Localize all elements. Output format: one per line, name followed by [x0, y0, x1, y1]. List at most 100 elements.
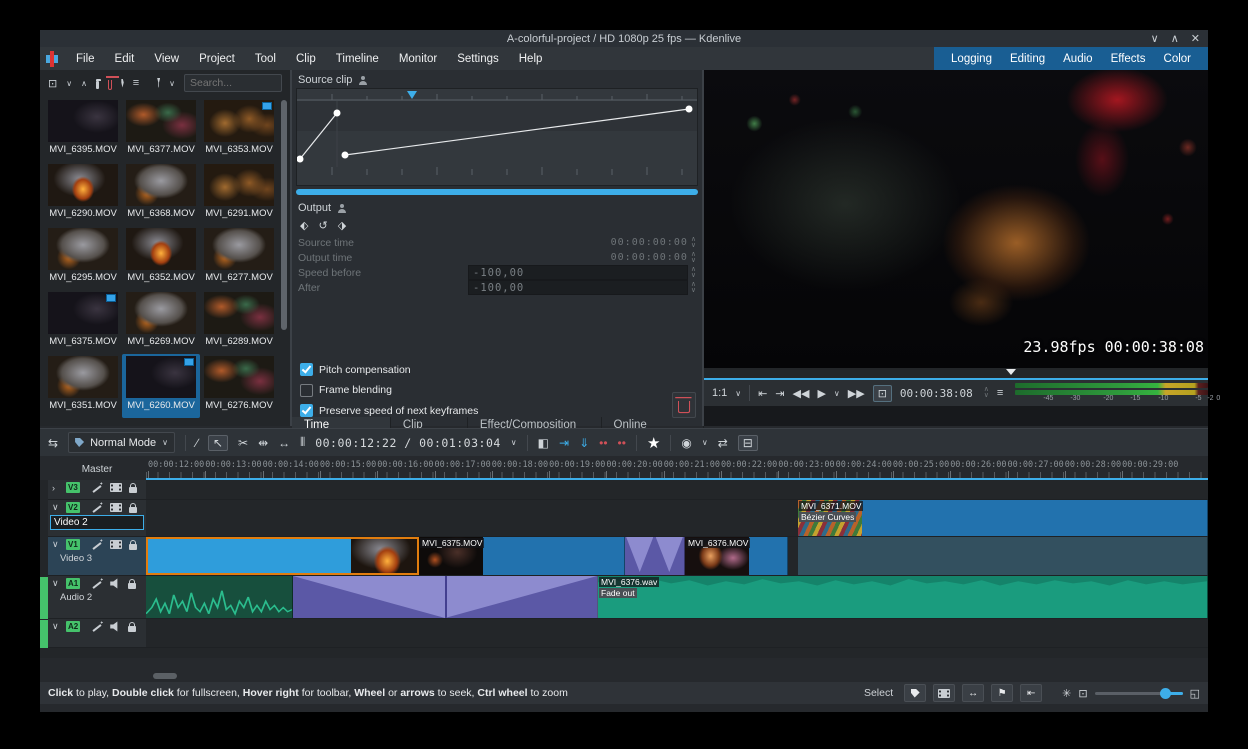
zoom-box-icon[interactable]: ⊡: [1078, 687, 1087, 700]
play-icon[interactable]: ▶: [817, 387, 825, 400]
menu-item[interactable]: Help: [509, 47, 553, 71]
track-lock-icon[interactable]: [128, 578, 137, 589]
monitor-menu-icon[interactable]: ≡: [997, 387, 1003, 399]
bin-clip-item[interactable]: MVI_6269.MOV: [122, 290, 200, 354]
delete-clip-icon[interactable]: [106, 76, 120, 90]
track-target-indicator[interactable]: [40, 577, 48, 619]
monitor-zoom-label[interactable]: 1:1: [712, 387, 727, 399]
monitor-seek-bar[interactable]: [704, 368, 1208, 378]
video-frame[interactable]: [704, 70, 1208, 368]
track-collapse-icon[interactable]: ∨: [52, 621, 62, 632]
track-effects-icon[interactable]: [92, 578, 103, 589]
thumbnails-toggle-button[interactable]: [933, 684, 956, 702]
track-rename-input[interactable]: Video 2: [50, 515, 144, 530]
track-row-v3[interactable]: [146, 480, 1208, 500]
bin-clip-item[interactable]: MVI_6295.MOV: [44, 226, 122, 290]
tag-toggle-button[interactable]: [904, 684, 927, 702]
track-film-icon[interactable]: [109, 483, 122, 492]
workspace-tab[interactable]: Effects: [1102, 53, 1155, 65]
favorite-effects-icon[interactable]: ★: [647, 434, 660, 452]
menu-item[interactable]: Timeline: [326, 47, 389, 71]
markers-button[interactable]: ⚑: [991, 684, 1014, 702]
track-collapse-icon[interactable]: ∨: [52, 578, 62, 589]
zone-mode-button[interactable]: ⊡: [872, 384, 892, 402]
search-input[interactable]: [184, 74, 282, 92]
track-header[interactable]: ∨ V1 Video 3: [48, 537, 146, 576]
track-target-indicator[interactable]: [40, 620, 48, 648]
create-folder-icon[interactable]: [95, 78, 102, 89]
goto-start-button[interactable]: ⇤: [1020, 684, 1043, 702]
monitor-zoom-dropdown-icon[interactable]: ∨: [735, 389, 741, 398]
track-row-v2[interactable]: MVI_6371.MOV Bézier Curves: [146, 500, 1208, 537]
track-header[interactable]: › V3: [48, 480, 146, 500]
lift-zone-icon[interactable]: ••: [618, 436, 626, 450]
selection-tool-button[interactable]: ↖: [207, 434, 229, 451]
master-track-button[interactable]: Master: [48, 458, 146, 480]
track-badge[interactable]: A1: [66, 578, 81, 589]
edit-mode-combobox[interactable]: Normal Mode ∨: [68, 432, 175, 453]
workspace-tab[interactable]: Editing: [1001, 53, 1054, 65]
track-effects-icon[interactable]: [92, 482, 103, 493]
track-name[interactable]: Audio 2: [48, 589, 146, 603]
filter-dropdown-icon[interactable]: ∨: [169, 79, 175, 88]
timeline-clip[interactable]: [625, 537, 685, 575]
field-value[interactable]: -100,00: [468, 265, 688, 280]
mixer-button[interactable]: ⊟: [737, 434, 758, 451]
monitor-timecode[interactable]: 00:00:38:08: [900, 387, 973, 400]
zone-in-icon[interactable]: ⇤: [758, 387, 767, 400]
up-level-icon[interactable]: ∧: [81, 79, 87, 88]
track-collapse-icon[interactable]: ∨: [52, 502, 62, 513]
bin-clip-item[interactable]: MVI_6276.MOV: [200, 354, 278, 418]
add-clip-dropdown-icon[interactable]: ∨: [66, 79, 72, 88]
delete-keyframe-button[interactable]: [672, 392, 696, 418]
bin-clip-item[interactable]: MVI_6291.MOV: [200, 162, 278, 226]
track-badge[interactable]: V3: [66, 482, 80, 493]
snap-toggle-button[interactable]: ↔: [962, 684, 985, 702]
checkbox-option[interactable]: Pitch compensation: [292, 361, 411, 379]
menu-item[interactable]: Project: [189, 47, 245, 71]
track-speaker-icon[interactable]: [110, 578, 118, 589]
record-dropdown-icon[interactable]: ∨: [702, 438, 708, 447]
timeline-horizontal-scrollbar[interactable]: [153, 673, 177, 679]
bin-clip-item[interactable]: MVI_6377.MOV: [122, 98, 200, 162]
spacer-tool-icon[interactable]: ⇹: [258, 436, 268, 450]
track-row-a1[interactable]: MVI_6376.wav Fade out: [146, 576, 1208, 619]
razor-tool-icon[interactable]: ✂: [238, 436, 248, 450]
bin-clip-item[interactable]: MVI_6353.MOV: [200, 98, 278, 162]
bin-clip-item[interactable]: MVI_6375.MOV: [44, 290, 122, 354]
checkbox[interactable]: [300, 383, 313, 397]
timeline-zoom-slider[interactable]: [1094, 687, 1183, 699]
timecode-spinner[interactable]: ∧ ∨: [984, 386, 989, 399]
extract-zone-icon[interactable]: ••: [599, 436, 607, 450]
checkbox[interactable]: [300, 404, 313, 417]
track-lock-icon[interactable]: [128, 539, 137, 550]
track-effects-icon[interactable]: [92, 539, 103, 550]
timeline-ruler[interactable]: 00:00:12:00 00:00:13:00 00:00:14:00 00:00:1…: [146, 458, 1208, 480]
record-icon[interactable]: ◉: [681, 436, 691, 450]
track-collapse-icon[interactable]: ∨: [52, 539, 62, 550]
title-bar[interactable]: A-colorful-project / HD 1080p 25 fps — K…: [40, 30, 1208, 47]
checkbox-option[interactable]: Frame blending: [292, 381, 392, 399]
track-name[interactable]: Video 3: [48, 550, 146, 564]
spinner-arrows[interactable]: ∧ ∨: [691, 236, 696, 249]
timeline-clip[interactable]: MVI_6375.MOV: [419, 537, 625, 575]
field-value[interactable]: -100,00: [468, 280, 688, 295]
track-header[interactable]: ∨ A2: [48, 619, 146, 648]
timeline-audio-clip[interactable]: [293, 576, 598, 618]
insert-zone-icon[interactable]: ⇥: [559, 436, 569, 450]
bin-clip-item[interactable]: MVI_6395.MOV: [44, 98, 122, 162]
workspace-tab[interactable]: Color: [1155, 53, 1200, 65]
spinner-arrows[interactable]: ∧ ∨: [691, 281, 696, 294]
menu-item[interactable]: Tool: [245, 47, 286, 71]
zoom-fit-icon[interactable]: ◱: [1190, 687, 1200, 700]
add-clip-icon[interactable]: ⊡: [48, 77, 57, 90]
ripple-tool-icon[interactable]: ⫴: [300, 435, 305, 450]
bin-clip-item[interactable]: MVI_6290.MOV: [44, 162, 122, 226]
track-effects-icon[interactable]: [92, 502, 103, 513]
menu-item[interactable]: File: [66, 47, 105, 71]
field-value[interactable]: 00:00:00:00: [468, 237, 688, 248]
close-button[interactable]: ✕: [1191, 32, 1200, 45]
mix-clips-icon[interactable]: ◧: [538, 436, 549, 450]
forward-icon[interactable]: ▶▶: [848, 387, 865, 400]
multicam-tool-icon[interactable]: ∕: [196, 436, 198, 450]
